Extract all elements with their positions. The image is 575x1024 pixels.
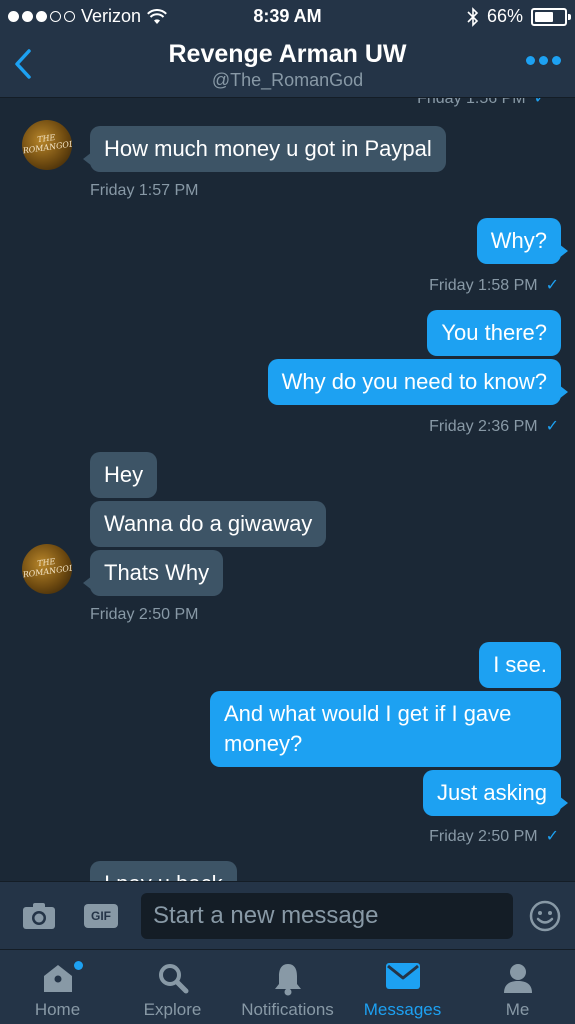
tab-home[interactable]: Home xyxy=(0,950,115,1024)
outgoing-message[interactable]: Why? xyxy=(476,218,569,264)
bluetooth-icon xyxy=(467,6,479,27)
battery-fill xyxy=(535,11,553,22)
incoming-message[interactable]: How much money u got in Paypal xyxy=(83,126,446,172)
incoming-message[interactable]: Wanna do a giwaway xyxy=(90,501,327,547)
bell-icon xyxy=(274,964,301,996)
tab-label: Home xyxy=(34,1000,81,1019)
battery-percent: 66% xyxy=(486,6,523,26)
home-icon xyxy=(43,965,72,992)
status-right: 66% xyxy=(467,6,571,27)
conversation-header: Revenge Arman UW @The_RomanGod xyxy=(0,34,575,98)
message-composer: GIF xyxy=(0,881,575,949)
tab-bar: Home Explore Notifications Messages Me xyxy=(0,949,575,1024)
outgoing-message[interactable]: You there? xyxy=(427,310,561,356)
tab-me[interactable]: Me xyxy=(460,950,575,1024)
outgoing-message[interactable]: Why do you need to know? xyxy=(267,359,569,405)
person-icon xyxy=(503,964,532,993)
battery-icon xyxy=(531,7,571,26)
tab-messages[interactable]: Messages xyxy=(345,950,460,1024)
conversation-handle: @The_RomanGod xyxy=(211,70,364,90)
tab-label: Me xyxy=(505,1000,530,1019)
envelope-icon xyxy=(385,963,420,989)
tab-label: Messages xyxy=(363,1000,442,1019)
outgoing-message[interactable]: And what would I get if I gave money? xyxy=(210,691,561,767)
message-timestamp: Friday 2:36 PM ✓ xyxy=(429,418,559,435)
message-timestamp: Friday 1:56 PM ✓ xyxy=(417,98,547,108)
outgoing-message[interactable]: I see. xyxy=(479,642,561,688)
incoming-message[interactable]: Thats Why xyxy=(82,550,224,596)
message-timestamp: Friday 2:50 PM xyxy=(90,606,199,623)
message-timestamp: Friday 2:50 PM ✓ xyxy=(429,828,559,845)
status-bar: Verizon 8:39 AM 66% xyxy=(0,0,575,34)
avatar[interactable]: THE ROMANGOD xyxy=(22,120,72,170)
incoming-message[interactable]: I pay u back xyxy=(90,861,237,881)
gif-button[interactable]: GIF xyxy=(84,904,118,928)
read-check-icon: ✓ xyxy=(533,98,547,107)
new-content-dot xyxy=(74,961,83,970)
more-dots-icon[interactable] xyxy=(526,56,561,65)
message-input[interactable] xyxy=(141,893,513,939)
emoji-icon[interactable] xyxy=(529,900,561,932)
tab-explore[interactable]: Explore xyxy=(115,950,230,1024)
read-check-icon: ✓ xyxy=(545,828,559,845)
incoming-message[interactable]: Hey xyxy=(90,452,158,498)
read-check-icon: ✓ xyxy=(545,277,559,294)
message-thread[interactable]: Friday 1:56 PM ✓ THE ROMANGOD How much mon… xyxy=(0,98,575,881)
search-icon xyxy=(158,964,188,994)
message-timestamp: Friday 1:58 PM ✓ xyxy=(429,277,559,294)
outgoing-message[interactable]: Just asking xyxy=(422,770,569,816)
message-timestamp: Friday 1:57 PM xyxy=(90,182,199,199)
tab-label: Explore xyxy=(143,1000,202,1019)
avatar[interactable]: THE ROMANGOD xyxy=(22,544,72,594)
camera-icon[interactable] xyxy=(22,902,56,930)
tab-notifications[interactable]: Notifications xyxy=(230,950,345,1024)
conversation-title[interactable]: Revenge Arman UW xyxy=(0,40,575,69)
read-check-icon: ✓ xyxy=(545,418,559,435)
tab-label: Notifications xyxy=(241,1000,334,1019)
